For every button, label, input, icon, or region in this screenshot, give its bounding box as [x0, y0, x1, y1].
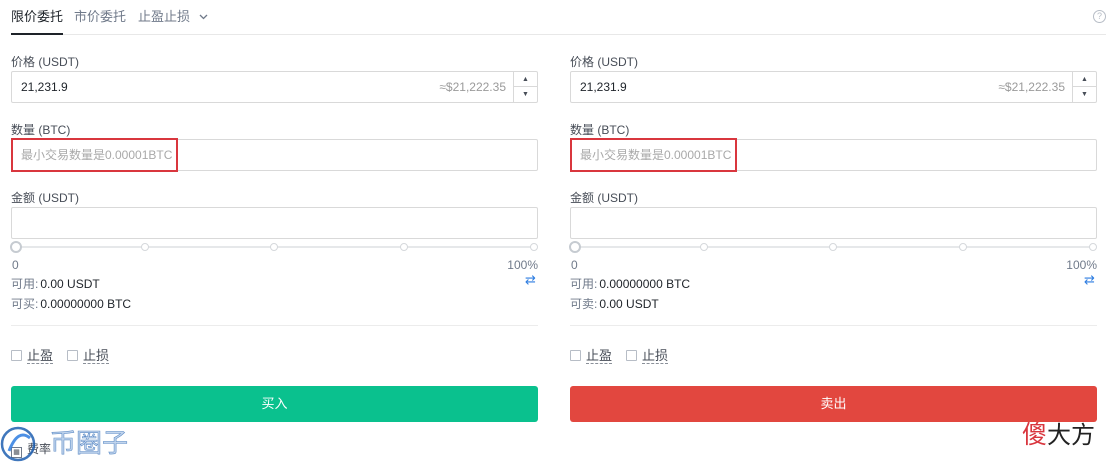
buy-price-input[interactable]: 21,231.9 ≈$21,222.35 ▲ ▼ — [11, 71, 538, 103]
slider-step-50[interactable] — [829, 243, 837, 251]
sell-max-sell: 可卖: 0.00 USDT — [570, 295, 659, 312]
sell-available-value: 0.00000000 BTC — [599, 277, 691, 291]
slider-step-100[interactable] — [530, 243, 538, 251]
sell-total-field — [570, 207, 1097, 239]
slider-max-label: 100% — [507, 258, 538, 272]
buy-total-input[interactable] — [12, 208, 537, 238]
sell-panel: 价格 (USDT) 21,231.9 ≈$21,222.35 ▲ ▼ 数量 (B… — [569, 0, 1097, 469]
sell-price-approx: ≈$21,222.35 — [998, 80, 1065, 94]
buy-amount-input[interactable] — [12, 140, 537, 170]
sell-price-label: 价格 (USDT) — [570, 55, 638, 69]
buy-price-value: 21,231.9 — [21, 80, 68, 94]
slider-min-label: 0 — [12, 258, 19, 272]
buy-max-value: 0.00000000 BTC — [40, 297, 132, 311]
slider-step-50[interactable] — [270, 243, 278, 251]
sell-take-profit-checkbox[interactable]: 止盈 — [570, 345, 613, 364]
buy-panel: 价格 (USDT) 21,231.9 ≈$21,222.35 ▲ ▼ 数量 (B… — [10, 0, 538, 469]
slider-max-label: 100% — [1066, 258, 1097, 272]
buy-stop-loss-checkbox[interactable]: 止损 — [67, 345, 110, 364]
slider-handle[interactable] — [569, 241, 581, 253]
sell-price-increment-button[interactable]: ▲ — [1073, 72, 1096, 87]
sell-price-input[interactable]: 21,231.9 ≈$21,222.35 ▲ ▼ — [570, 71, 1097, 103]
buy-available: 可用: 0.00 USDT — [11, 275, 100, 292]
transfer-icon[interactable]: ⇄ — [1084, 273, 1097, 286]
sell-amount-label: 数量 (BTC) — [570, 123, 630, 137]
buy-price-decrement-button[interactable]: ▼ — [514, 87, 537, 102]
watermark-right-first: 傻 — [1022, 420, 1048, 449]
buy-price-approx: ≈$21,222.35 — [439, 80, 506, 94]
buy-total-field — [11, 207, 538, 239]
sell-available-label: 可用: — [570, 277, 598, 291]
slider-step-25[interactable] — [141, 243, 149, 251]
slider-handle[interactable] — [10, 241, 22, 253]
take-profit-label: 止盈 — [586, 348, 613, 364]
sell-percent-slider[interactable] — [569, 240, 1097, 254]
stop-loss-label: 止损 — [642, 348, 669, 364]
slider-step-100[interactable] — [1089, 243, 1097, 251]
buy-amount-label: 数量 (BTC) — [11, 123, 71, 137]
slider-step-25[interactable] — [700, 243, 708, 251]
transfer-icon[interactable]: ⇄ — [525, 273, 538, 286]
slider-step-75[interactable] — [400, 243, 408, 251]
divider — [570, 325, 1097, 326]
sell-price-value: 21,231.9 — [580, 80, 627, 94]
sell-amount-field — [570, 138, 1097, 172]
checkbox-box — [67, 350, 78, 361]
buy-price-increment-button[interactable]: ▲ — [514, 72, 537, 87]
buy-amount-field — [11, 138, 538, 172]
slider-min-label: 0 — [571, 258, 578, 272]
take-profit-label: 止盈 — [27, 348, 54, 364]
sell-max-value: 0.00 USDT — [599, 297, 659, 311]
sell-amount-input[interactable] — [571, 140, 1096, 170]
divider — [11, 325, 538, 326]
checkbox-box — [11, 350, 22, 361]
buy-take-profit-checkbox[interactable]: 止盈 — [11, 345, 54, 364]
watermark-right: 傻大方 — [1022, 415, 1095, 451]
sell-button[interactable]: 卖出 — [570, 386, 1097, 422]
buy-total-label: 金额 (USDT) — [11, 191, 79, 205]
watermark-right-rest: 大方 — [1047, 421, 1096, 449]
buy-available-label: 可用: — [11, 277, 39, 291]
stop-loss-label: 止损 — [83, 348, 110, 364]
buy-price-stepper: ▲ ▼ — [513, 72, 537, 102]
sell-stop-loss-checkbox[interactable]: 止损 — [626, 345, 669, 364]
buy-percent-slider[interactable] — [10, 240, 538, 254]
buy-max-label: 可买: — [11, 297, 39, 311]
buy-button[interactable]: 买入 — [11, 386, 538, 422]
sell-price-stepper: ▲ ▼ — [1072, 72, 1096, 102]
bqz-watermark-logo: 币圈子 — [0, 426, 128, 462]
sell-total-label: 金额 (USDT) — [570, 191, 638, 205]
buy-max-buy: 可买: 0.00000000 BTC — [11, 295, 131, 312]
sell-available: 可用: 0.00000000 BTC — [570, 275, 690, 292]
buy-available-value: 0.00 USDT — [40, 277, 100, 291]
sell-price-decrement-button[interactable]: ▼ — [1073, 87, 1096, 102]
buy-price-label: 价格 (USDT) — [11, 55, 79, 69]
checkbox-box — [626, 350, 637, 361]
slider-step-75[interactable] — [959, 243, 967, 251]
watermark-left-text: 币圈子 — [50, 429, 128, 459]
sell-max-label: 可卖: — [570, 297, 598, 311]
checkbox-box — [570, 350, 581, 361]
sell-total-input[interactable] — [571, 208, 1096, 238]
